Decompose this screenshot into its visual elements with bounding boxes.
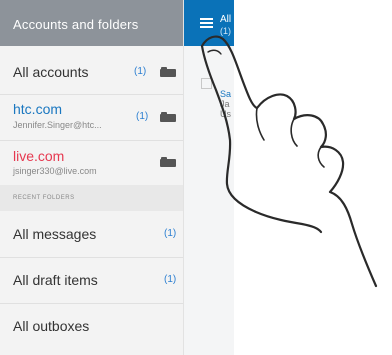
pointing-hand-icon: [200, 35, 378, 288]
email-app-screen: All (1) Sa Ja Us Accounts and folders Al…: [0, 0, 392, 355]
